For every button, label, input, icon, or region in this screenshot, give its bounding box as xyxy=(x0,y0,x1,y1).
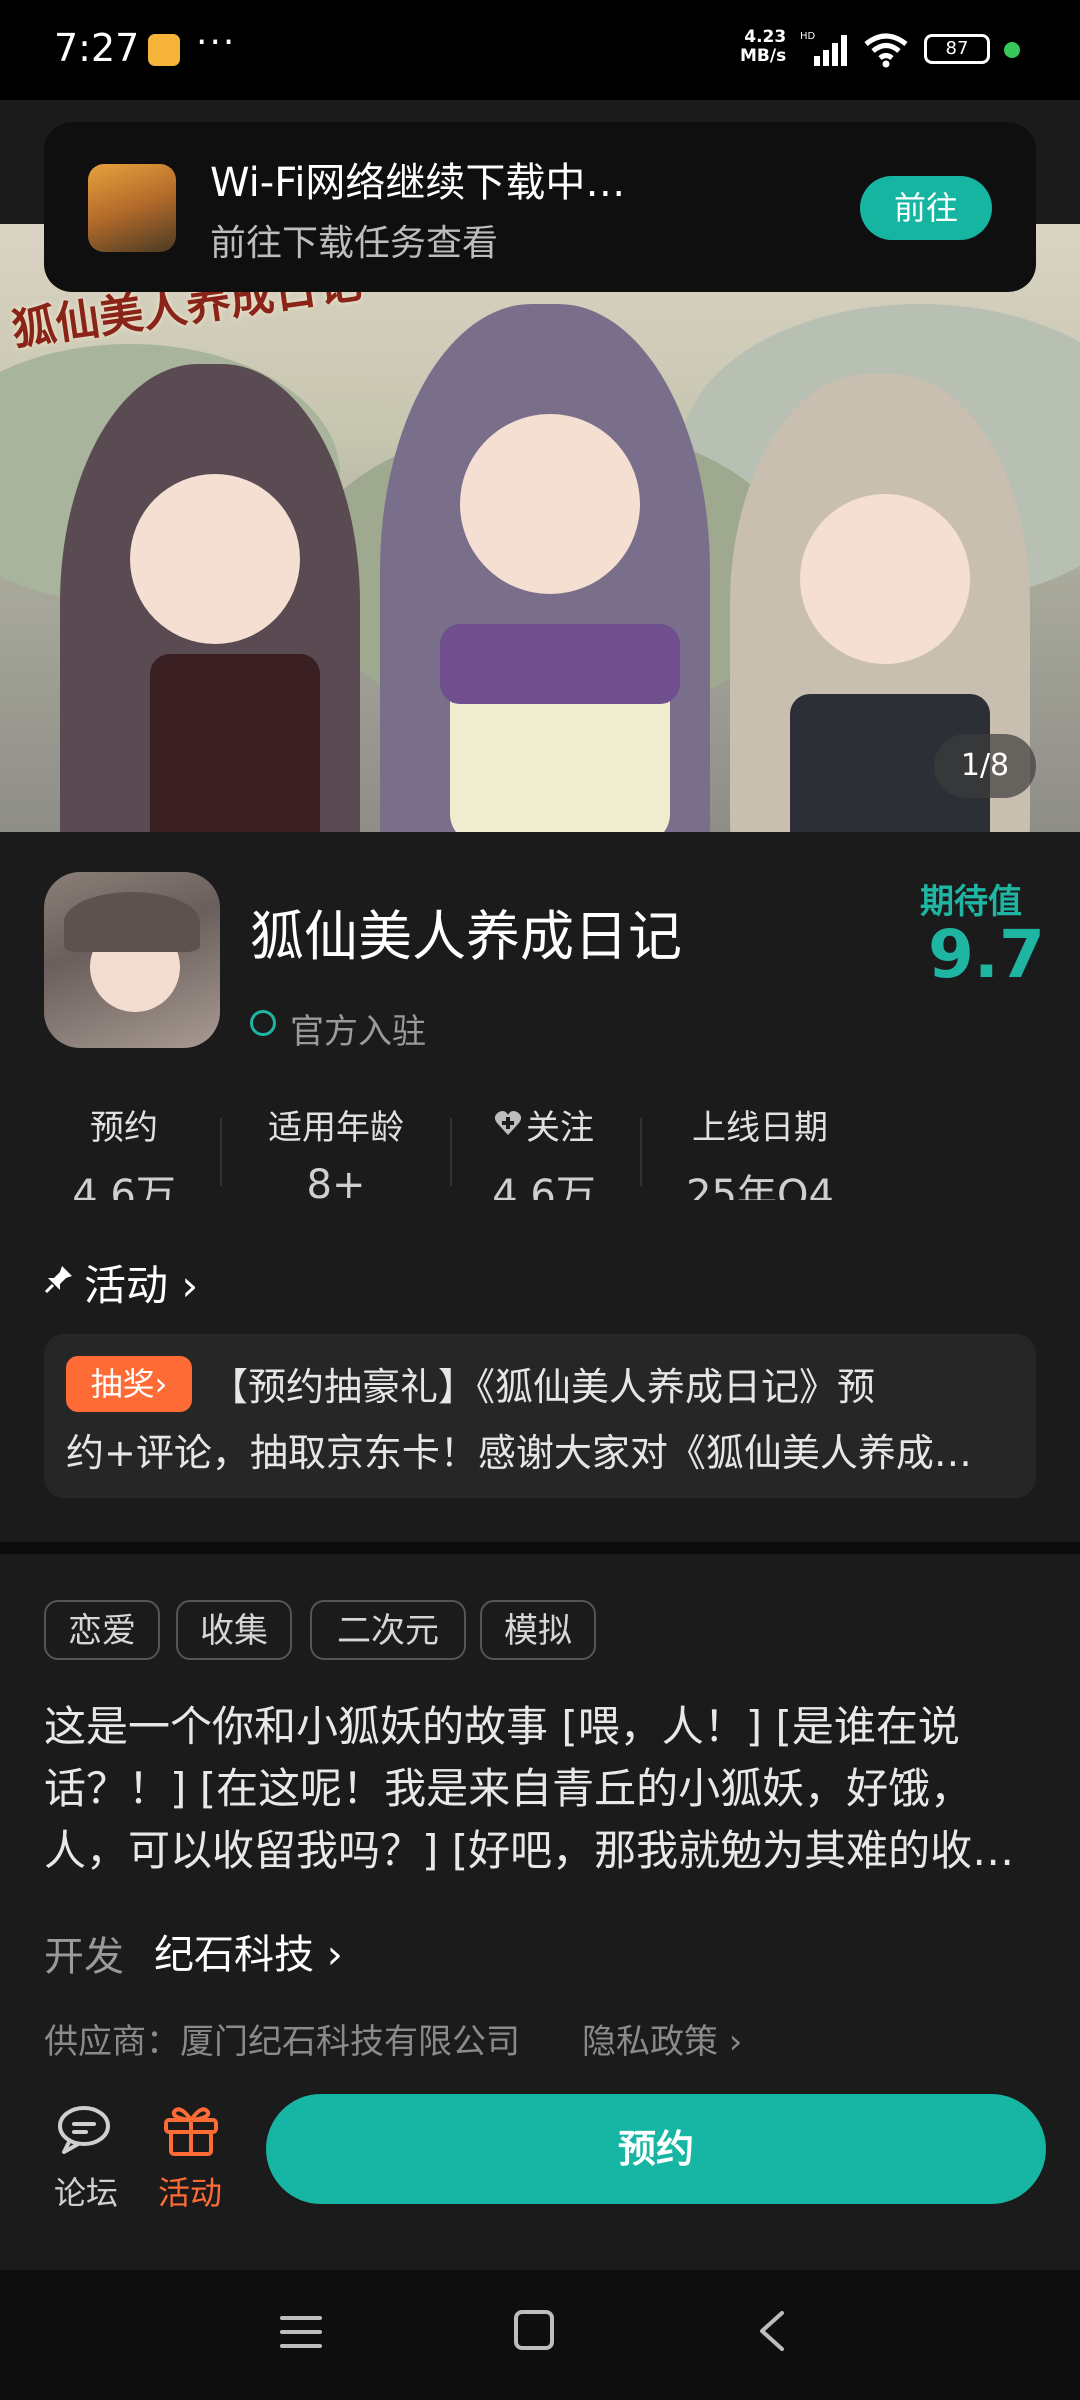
supplier-text: 供应商：厦门纪石科技有限公司 xyxy=(44,2022,520,2062)
app-title: 狐仙美人养成日记 xyxy=(250,905,682,968)
back-icon[interactable] xyxy=(756,2310,786,2352)
stat-reservations-value: 4.6万 xyxy=(72,1172,176,1200)
status-time: 7:27 xyxy=(54,26,140,70)
section-divider xyxy=(0,1542,1080,1554)
svg-text:HD: HD xyxy=(800,31,816,42)
signal-icon: HD xyxy=(800,31,847,66)
official-badge: 官方入驻 xyxy=(290,1012,426,1052)
stat-release-label: 上线日期 xyxy=(692,1108,828,1148)
toast-go-button[interactable]: 前往 xyxy=(860,176,992,240)
tag-anime[interactable]: 二次元 xyxy=(310,1600,466,1660)
lottery-badge: 抽奖› xyxy=(66,1356,192,1412)
tag-romance[interactable]: 恋爱 xyxy=(44,1600,160,1660)
stat-divider xyxy=(220,1118,222,1186)
developer-label: 开发 xyxy=(44,1934,124,1980)
privacy-policy-link[interactable]: 隐私政策 › xyxy=(582,2014,742,2063)
activity-section-header[interactable]: 活动 › xyxy=(84,1252,198,1313)
game-description[interactable]: 这是一个你和小狐妖的故事 [喂，人！] [是谁在说 话？！] [在这呢！我是来自… xyxy=(44,1696,1036,1882)
tag-collection[interactable]: 收集 xyxy=(176,1600,292,1660)
carousel-counter: 1/8 xyxy=(934,734,1036,798)
reserve-button[interactable]: 预约 xyxy=(266,2094,1046,2204)
stat-divider xyxy=(640,1118,642,1186)
stat-age-label: 适用年龄 xyxy=(268,1108,404,1148)
home-icon[interactable] xyxy=(514,2310,554,2350)
description-line: 话？！] [在这呢！我是来自青丘的小狐妖，好饿， xyxy=(44,1764,973,1813)
tag-simulation[interactable]: 模拟 xyxy=(480,1600,596,1660)
expectation-score: 9.7 xyxy=(928,916,1045,993)
recent-apps-icon[interactable] xyxy=(280,2314,322,2350)
stat-divider xyxy=(450,1118,452,1186)
gift-icon[interactable] xyxy=(162,2102,220,2158)
verified-check-icon xyxy=(250,1010,276,1036)
activity-text-line1: 【预约抽豪礼】《狐仙美人养成日记》预 xyxy=(210,1365,876,1409)
downloading-app-icon xyxy=(88,164,176,252)
follow-heart-icon xyxy=(494,1111,522,1135)
stat-reservations-label: 预约 xyxy=(90,1108,158,1148)
activity-text-line2: 约+评论，抽取京东卡！感谢大家对《狐仙美人养成日记》的关注 xyxy=(66,1431,1006,1475)
privacy-indicator-dot xyxy=(1004,42,1020,58)
stat-age-value: 8+ xyxy=(306,1162,366,1200)
description-line: 人，可以收留我吗？] [好吧，那我就勉为其难的收… xyxy=(44,1826,1015,1875)
stat-follow-label[interactable]: 关注 xyxy=(526,1100,606,1149)
battery-icon: 87 xyxy=(924,34,990,64)
description-line: 这是一个你和小狐妖的故事 [喂，人！] [是谁在说 xyxy=(44,1702,960,1751)
developer-link[interactable]: 纪石科技 › xyxy=(154,1922,343,1980)
forum-icon[interactable] xyxy=(56,2104,116,2156)
toast-title: Wi-Fi网络继续下载中… xyxy=(210,160,626,206)
more-notifications-icon: ··· xyxy=(196,22,237,63)
wifi-icon xyxy=(864,33,908,68)
pin-icon xyxy=(44,1266,72,1294)
activity-tab-label[interactable]: 活动 xyxy=(158,2168,222,2214)
forum-label[interactable]: 论坛 xyxy=(54,2168,118,2214)
toast-subtitle: 前往下载任务查看 xyxy=(210,223,499,264)
stat-follow-value: 4.6万 xyxy=(492,1172,596,1200)
notification-app-icon xyxy=(148,34,180,66)
network-speed: 4.23 MB/s xyxy=(740,27,787,66)
stat-release-value: 25年Q4 xyxy=(686,1172,834,1200)
app-icon xyxy=(44,872,220,1048)
